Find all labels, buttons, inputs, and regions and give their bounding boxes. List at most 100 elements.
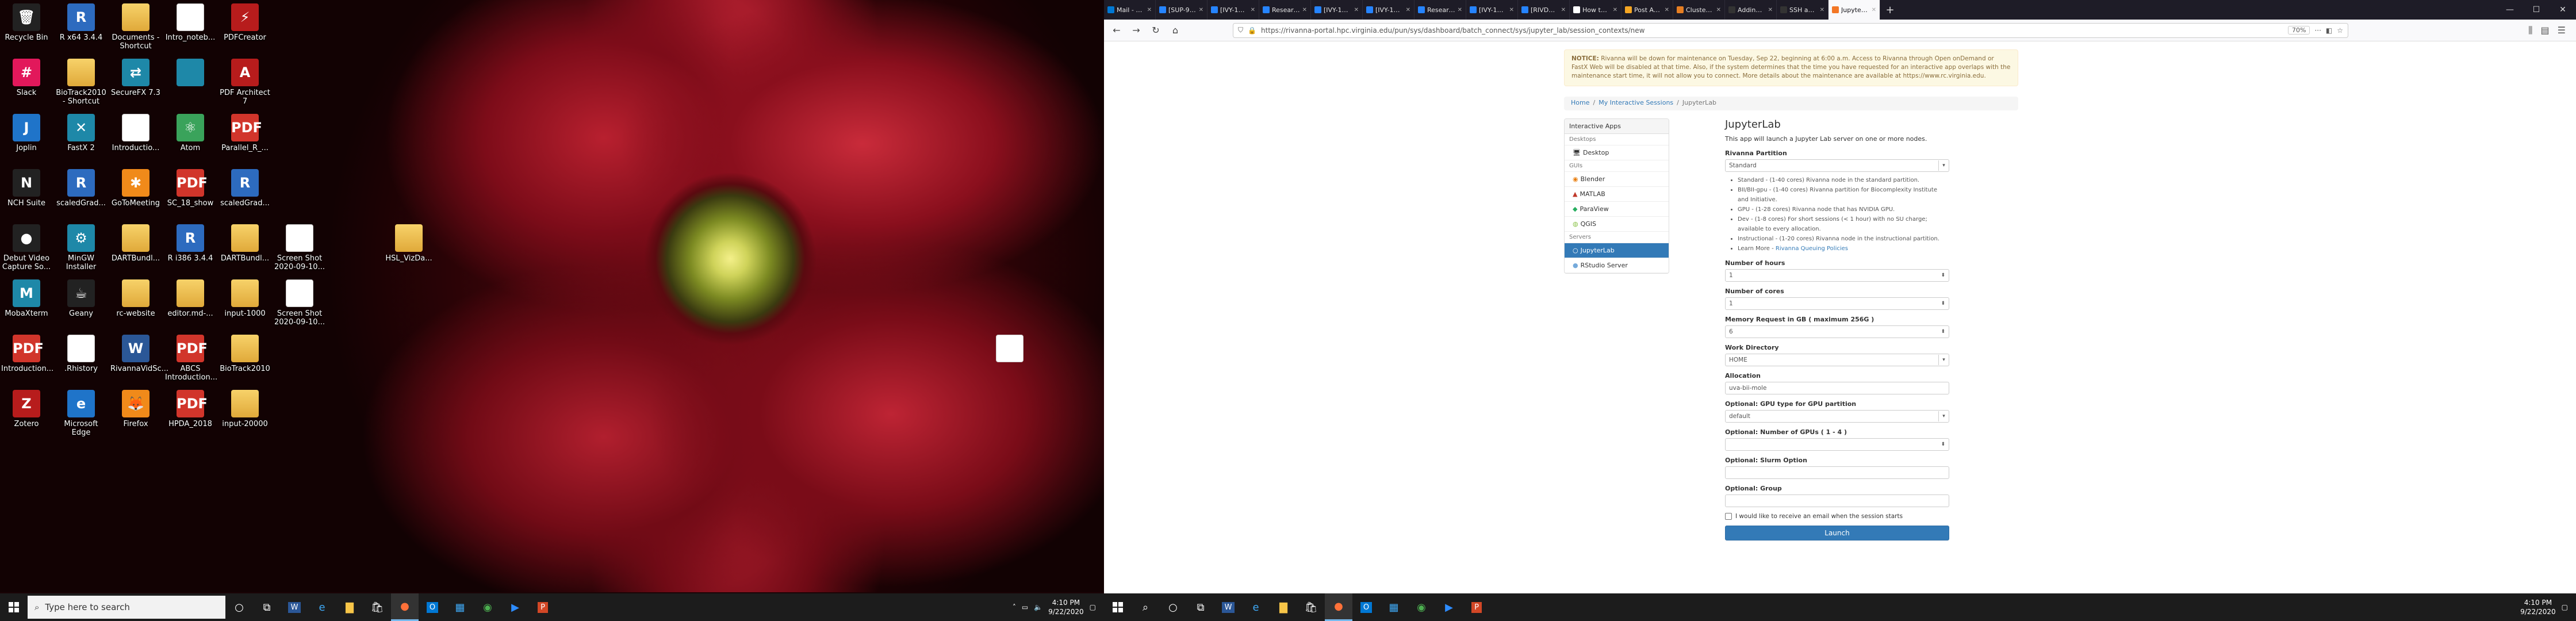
spinner-icon[interactable]: ⬍	[1941, 301, 1945, 306]
desktop-icon[interactable]: J Joplin	[1, 112, 52, 167]
tab-close-icon[interactable]: ✕	[1768, 7, 1773, 13]
back-button[interactable]: ←	[1109, 22, 1125, 39]
sidebar-item-paraview[interactable]: ◆ ParaView	[1565, 202, 1669, 217]
desktop-icon[interactable]: Screen Shot 2020-09-10...	[274, 222, 325, 277]
browser-tab[interactable]: Adding a new SSH...✕	[1725, 0, 1777, 20]
minimize-icon[interactable]: —	[2497, 0, 2523, 20]
sidebar-item-rstudio[interactable]: ● RStudio Server	[1565, 258, 1669, 273]
launch-button[interactable]: Launch	[1725, 526, 1949, 540]
library-icon[interactable]: ⫼	[2528, 25, 2532, 36]
gputype-select[interactable]: default ▾	[1725, 410, 1949, 423]
chevron-up-icon[interactable]: ˄	[1013, 603, 1016, 611]
home-button[interactable]: ⌂	[1167, 22, 1183, 39]
desktop-icon[interactable]: ✕ FastX 2	[56, 112, 106, 167]
address-bar[interactable]: ⛉ 🔒 https://rivanna-portal.hpc.virginia.…	[1233, 22, 2348, 38]
reload-button[interactable]: ↻	[1148, 22, 1164, 39]
menu-icon[interactable]: ☰	[2558, 25, 2566, 36]
browser-tab[interactable]: [IVY-1278] [UVA...✕	[1363, 0, 1414, 20]
shield-icon[interactable]: ⛉	[1238, 26, 1243, 34]
desktop-icon[interactable]: W RivannaVidSc...	[110, 332, 168, 388]
browser-tab[interactable]: Post Attendee✕	[1621, 0, 1673, 20]
browser-tab[interactable]: SSH and GPG keys✕	[1777, 0, 1828, 20]
outlook-icon[interactable]: O	[1352, 593, 1380, 621]
file-explorer-icon[interactable]: ▇	[1270, 593, 1297, 621]
zoom-icon[interactable]: ▶	[1435, 593, 1463, 621]
tab-close-icon[interactable]: ✕	[1458, 7, 1462, 13]
desktop-icon[interactable]: ☕ Geany	[56, 277, 106, 332]
tab-close-icon[interactable]: ✕	[1716, 7, 1721, 13]
spinner-icon[interactable]: ⬍	[1941, 329, 1945, 335]
desktop-icon[interactable]: PDF HPDA_2018	[165, 388, 216, 443]
gpus-input[interactable]: ⬍	[1725, 438, 1949, 451]
store-icon[interactable]: 🛍	[1297, 593, 1325, 621]
desktop-icon[interactable]: Intro_noteb...	[165, 1, 216, 56]
chrome-icon[interactable]: ◉	[474, 593, 501, 621]
browser-tab[interactable]: [IVY-1376] [UVA...✕	[1311, 0, 1363, 20]
desktop-icon[interactable]: editor.md-...	[165, 277, 216, 332]
powerpoint-icon[interactable]: P	[1463, 593, 1490, 621]
desktop-icon[interactable]: R R i386 3.4.4	[165, 222, 216, 277]
firefox-icon[interactable]: ●	[391, 593, 419, 621]
tab-close-icon[interactable]: ✕	[1251, 7, 1255, 13]
partition-select[interactable]: Standard ▾	[1725, 159, 1949, 172]
notification-icon[interactable]: ▢	[2562, 603, 2568, 611]
desktop-icon[interactable]: PDF Parallel_R_...	[220, 112, 270, 167]
tab-close-icon[interactable]: ✕	[1613, 7, 1617, 13]
desktop-icon[interactable]: R R x64 3.4.4	[56, 1, 106, 56]
desktop-icon[interactable]: ⚙ MinGW Installer	[56, 222, 106, 277]
start-button[interactable]	[0, 593, 28, 621]
desktop-icon[interactable]: DARTBundl...	[220, 222, 270, 277]
tab-close-icon[interactable]: ✕	[1872, 7, 1876, 13]
browser-tab[interactable]: [SUP-916] help w...✕	[1156, 0, 1208, 20]
word-icon[interactable]: W	[281, 593, 308, 621]
desktop-icon[interactable]: ● Debut Video Capture So...	[1, 222, 52, 277]
desktop-icon[interactable]: A PDF Architect 7	[220, 56, 270, 112]
tab-close-icon[interactable]: ✕	[1199, 7, 1203, 13]
task-view-icon[interactable]: ⧉	[253, 593, 281, 621]
file-explorer-icon[interactable]: ▇	[336, 593, 363, 621]
desktop-icon[interactable]: N NCH Suite	[1, 167, 52, 222]
taskbar-clock[interactable]: 4:10 PM 9/22/2020	[1048, 598, 1084, 616]
desktop-icon[interactable]	[984, 332, 1035, 388]
email-checkbox[interactable]	[1725, 513, 1732, 520]
cortana-icon[interactable]: ○	[225, 593, 253, 621]
browser-tab[interactable]: JupyterLab✕	[1828, 0, 1880, 20]
desktop-icon[interactable]: M MobaXterm	[1, 277, 52, 332]
tab-close-icon[interactable]: ✕	[1509, 7, 1514, 13]
desktop-icon[interactable]: PDF Introduction...	[1, 332, 53, 388]
desktop-icon[interactable]: RscaledGrad...	[220, 167, 270, 222]
desktop-icon[interactable]: PDF SC_18_show	[165, 167, 216, 222]
chrome-icon[interactable]: ◉	[1408, 593, 1435, 621]
taskbar-search-box[interactable]: ⌕ Type here to search	[28, 596, 225, 619]
tab-close-icon[interactable]: ✕	[1406, 7, 1410, 13]
desktop-icon[interactable]: .Rhistory	[56, 332, 106, 388]
tab-close-icon[interactable]: ✕	[1561, 7, 1566, 13]
edge-icon[interactable]: e	[308, 593, 336, 621]
desktop-icon[interactable]: HSL_VizDa...	[384, 222, 434, 277]
sidebar-item-qgis[interactable]: ◍ QGIS	[1565, 217, 1669, 232]
sidebar-item-desktop[interactable]: 🖥 Desktop	[1565, 145, 1669, 160]
hours-input[interactable]: 1 ⬍	[1725, 269, 1949, 282]
cortana-icon[interactable]: ○	[1159, 593, 1187, 621]
close-icon[interactable]: ✕	[2550, 0, 2576, 20]
desktop-icon[interactable]: DARTBundl...	[110, 222, 161, 277]
browser-tab[interactable]: How to transcrib...✕	[1570, 0, 1621, 20]
browser-tab[interactable]: Research Comput...✕	[1259, 0, 1311, 20]
edge-icon[interactable]: e	[1242, 593, 1270, 621]
task-view-icon[interactable]: ⧉	[1187, 593, 1214, 621]
spinner-icon[interactable]: ⬍	[1941, 273, 1945, 278]
allocation-input[interactable]: uva-bii-mole	[1725, 382, 1949, 394]
desktop-icon[interactable]: ⚛ Atom	[165, 112, 216, 167]
desktop-icon[interactable]: RscaledGrad...	[56, 167, 106, 222]
desktop-icon[interactable]: 🗑 Recycle Bin	[1, 1, 52, 56]
breadcrumb-home[interactable]: Home	[1571, 99, 1589, 108]
browser-tab[interactable]: [IVY-1334] [UVA...✕	[1466, 0, 1518, 20]
desktop-icon[interactable]: ⚡ PDFCreator	[220, 1, 270, 56]
email-checkbox-row[interactable]: I would like to receive an email when th…	[1725, 513, 1949, 520]
tab-close-icon[interactable]: ✕	[1820, 7, 1824, 13]
sidebar-item-matlab[interactable]: ▲ MATLAB	[1565, 187, 1669, 202]
maximize-icon[interactable]: ☐	[2523, 0, 2550, 20]
desktop-icon[interactable]	[165, 56, 216, 112]
notification-icon[interactable]: ▢	[1090, 603, 1096, 611]
desktop-icon[interactable]: Documents - Shortcut	[110, 1, 161, 56]
